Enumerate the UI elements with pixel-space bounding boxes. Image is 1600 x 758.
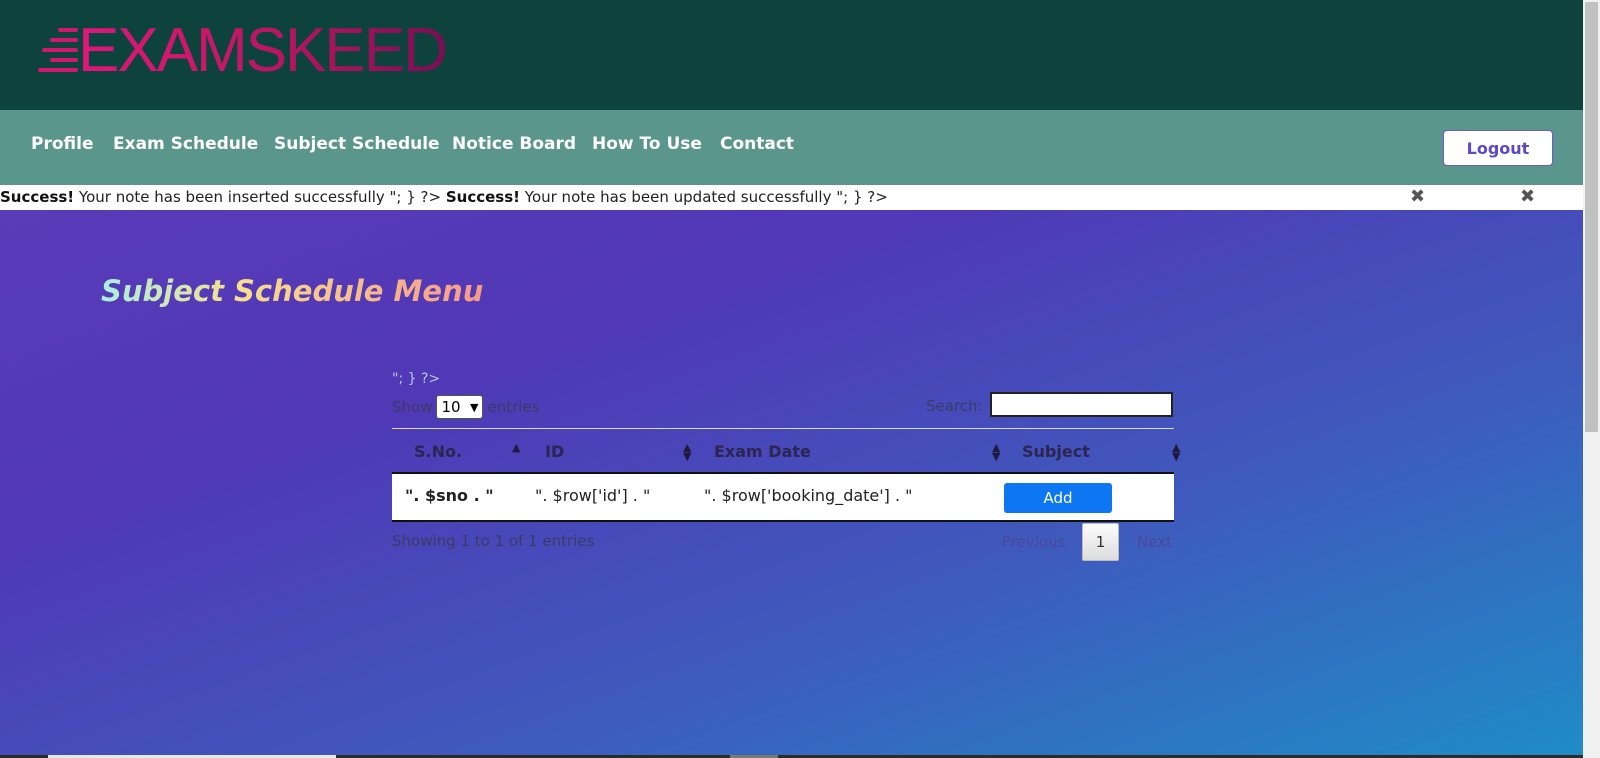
search-label: Search: <box>926 397 983 415</box>
entries-length-control: Show 10 ▼ entries <box>392 395 539 419</box>
logo-wordmark: EXAMSKEED <box>78 16 448 85</box>
page-title: Subject Schedule Menu <box>101 274 484 308</box>
cell-id: ". $row['id'] . " <box>535 486 651 505</box>
main-navbar: Profile Exam Schedule Subject Schedule N… <box>0 110 1583 185</box>
table-header-row: S.No. ▲ ID ▲ ▼ Exam Date ▲ ▼ Subject ▲ ▼ <box>392 428 1180 474</box>
nav-contact[interactable]: Contact <box>720 134 794 154</box>
search-input[interactable] <box>990 392 1173 417</box>
entries-length-value: 10 <box>441 398 461 416</box>
alert-inserted-strong: Success! <box>0 188 75 206</box>
nav-how-to-use[interactable]: How To Use <box>592 134 702 154</box>
main-content: Subject Schedule Menu "; } ?> Show 10 ▼ … <box>0 210 1583 758</box>
column-header-id[interactable]: ID <box>545 442 564 461</box>
close-icon[interactable]: ✖ <box>1520 186 1535 207</box>
logout-button[interactable]: Logout <box>1443 130 1553 166</box>
subject-table: S.No. ▲ ID ▲ ▼ Exam Date ▲ ▼ Subject ▲ ▼ ".… <box>392 428 1180 522</box>
add-subject-button[interactable]: Add <box>1004 483 1112 513</box>
entries-length-select[interactable]: 10 ▼ <box>436 395 484 419</box>
pagination-previous[interactable]: Previous <box>1002 533 1065 551</box>
chevron-down-icon: ▼ <box>470 400 479 414</box>
column-header-sno[interactable]: S.No. <box>414 442 462 461</box>
table-info: Showing 1 to 1 of 1 entries <box>392 532 595 550</box>
viewport: EXAMSKEED Profile Exam Schedule Subject … <box>0 0 1583 758</box>
sort-both-icon[interactable]: ▲ ▼ <box>1172 442 1180 462</box>
show-label: Show <box>392 398 433 416</box>
nav-notice-board[interactable]: Notice Board <box>452 134 576 154</box>
alert-bar: Success! Your note has been inserted suc… <box>0 185 1583 210</box>
sort-asc-icon[interactable]: ▲ <box>512 442 520 453</box>
pagination-next[interactable]: Next <box>1137 533 1172 551</box>
alert-inserted-message: Your note has been inserted successfully… <box>74 188 446 206</box>
sort-both-icon[interactable]: ▲ ▼ <box>683 442 691 462</box>
column-header-exam-date[interactable]: Exam Date <box>714 442 811 461</box>
entries-label: entries <box>487 398 540 416</box>
cell-exam-date: ". $row['booking_date'] . " <box>704 486 913 505</box>
alert-messages: Success! Your note has been inserted suc… <box>0 188 888 206</box>
pagination-page-1[interactable]: 1 <box>1082 523 1119 561</box>
alert-updated-message: Your note has been updated successfully … <box>520 188 888 206</box>
nav-profile[interactable]: Profile <box>31 134 93 154</box>
column-header-subject[interactable]: Subject <box>1022 442 1090 461</box>
vertical-scrollbar[interactable] <box>1583 0 1600 758</box>
site-logo[interactable]: EXAMSKEED <box>38 18 458 82</box>
vertical-scroll-thumb[interactable] <box>1585 2 1598 432</box>
stray-code-text: "; } ?> <box>392 371 441 387</box>
cell-sno: ". $sno . " <box>405 486 494 505</box>
sort-both-icon[interactable]: ▲ ▼ <box>992 442 1000 462</box>
alert-updated-strong: Success! <box>445 188 520 206</box>
site-header: EXAMSKEED <box>0 0 1583 110</box>
close-icon[interactable]: ✖ <box>1410 186 1425 207</box>
speed-lines-graphic <box>38 28 78 76</box>
nav-subject-schedule[interactable]: Subject Schedule <box>274 134 440 154</box>
table-row: ". $sno . " ". $row['id'] . " ". $row['b… <box>392 474 1174 522</box>
nav-exam-schedule[interactable]: Exam Schedule <box>113 134 258 154</box>
